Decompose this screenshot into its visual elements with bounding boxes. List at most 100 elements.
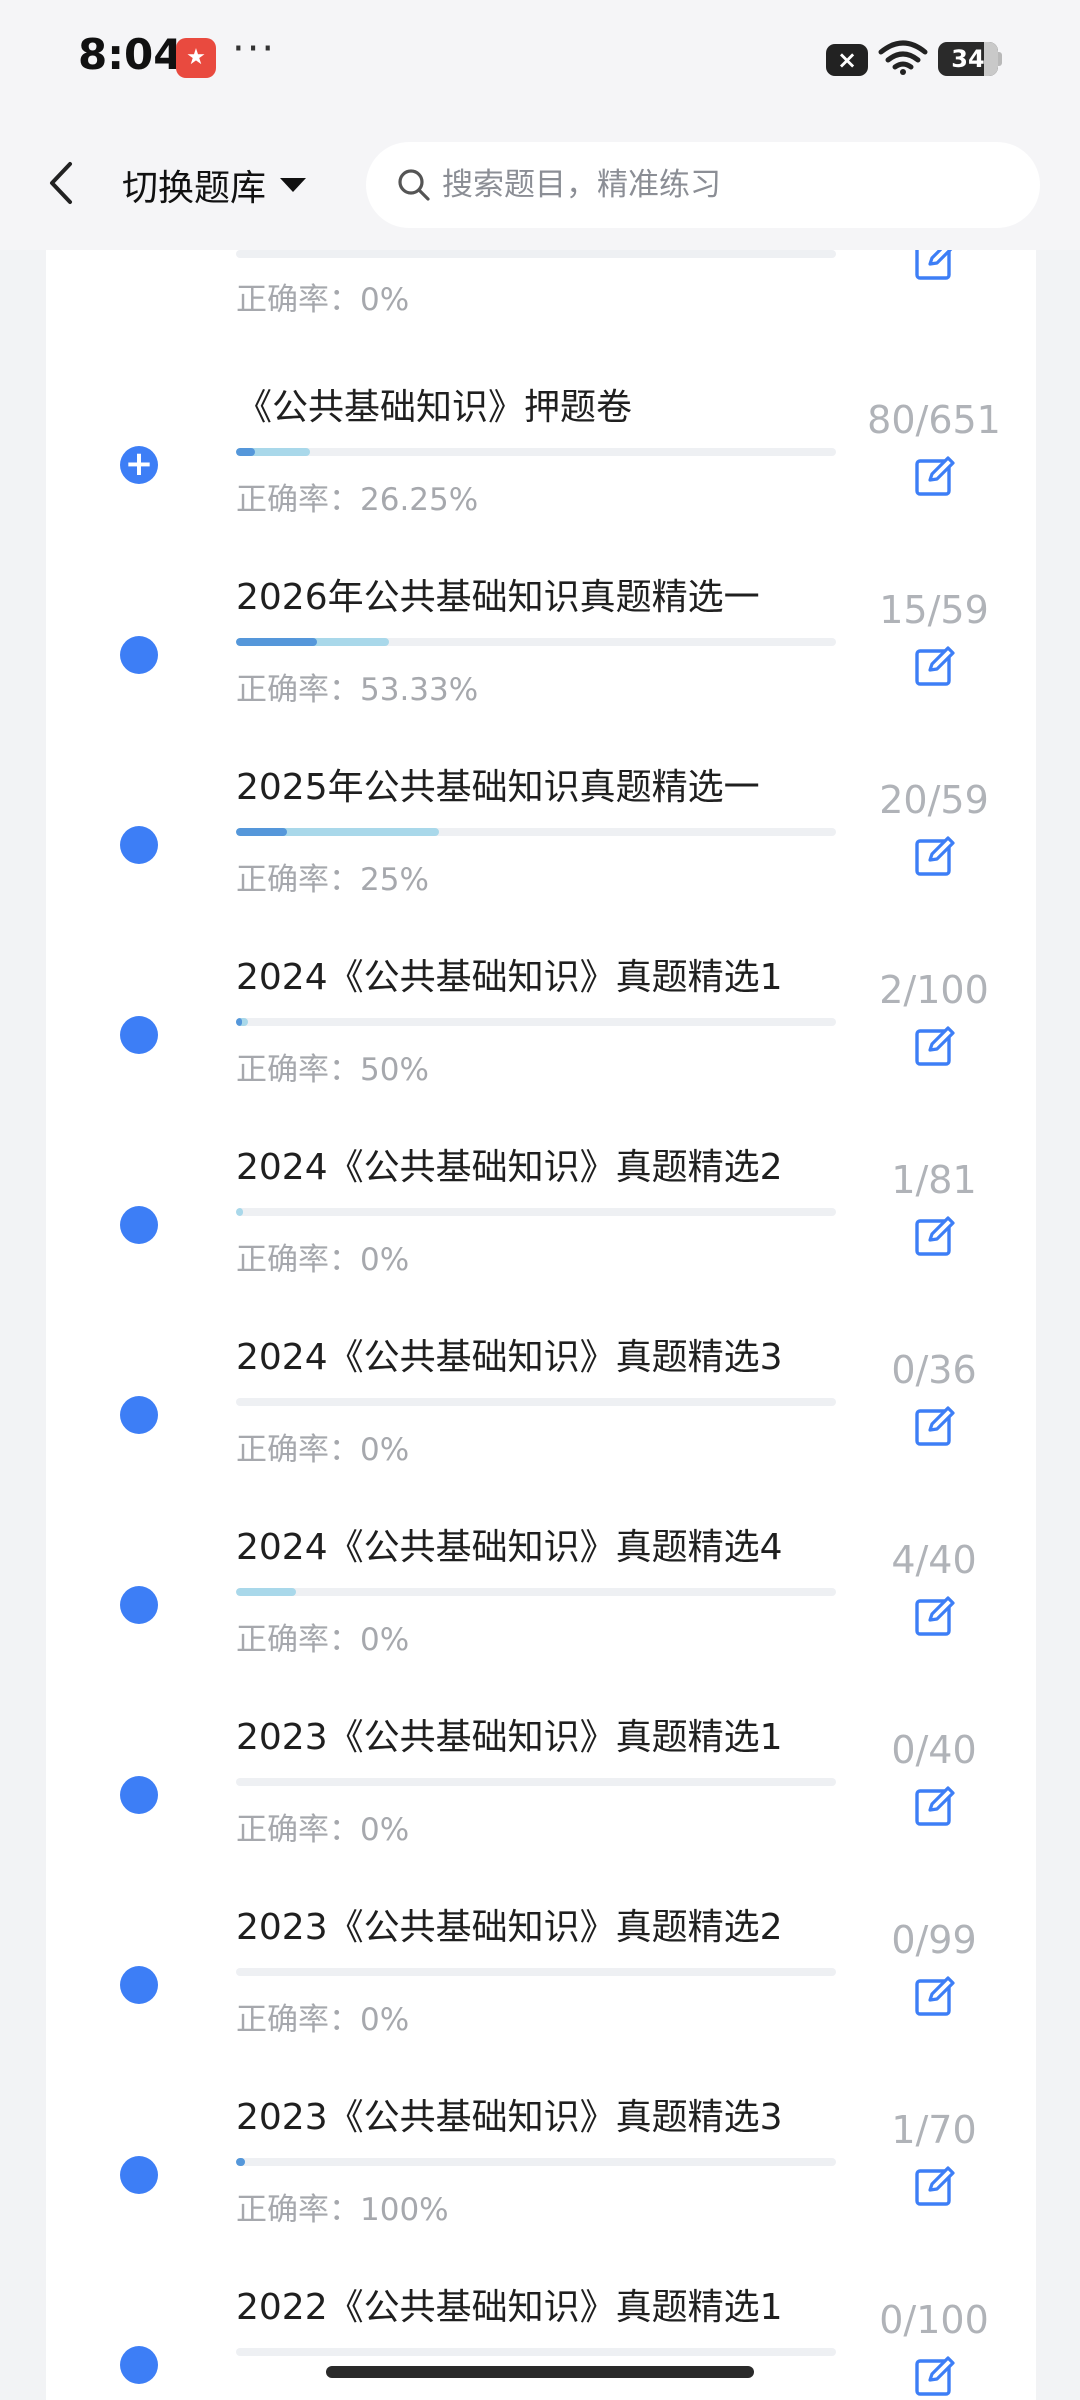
app-notification-icon: ★	[176, 38, 216, 78]
status-bar: 8:04 ★ ··· × 34	[0, 0, 1080, 118]
list-item[interactable]: 2024《公共基础知识》真题精选1 正确率：50% 2/100	[46, 938, 1036, 1128]
edit-icon[interactable]	[914, 2354, 958, 2398]
accuracy-text: 正确率：0%	[236, 1432, 410, 1468]
question-bank-list: 正确率：0% + 《公共基础知识》押题卷正确率：26.25% 80/651 2026年…	[46, 250, 1036, 2400]
search-icon	[398, 169, 430, 201]
list-item[interactable]: + 《公共基础知识》押题卷正确率：26.25% 80/651	[46, 368, 1036, 558]
status-dot-icon	[120, 1016, 158, 1054]
progress-count: 80/651	[867, 398, 1001, 442]
home-indicator	[326, 2366, 754, 2378]
progress-correct-bar	[236, 2158, 245, 2166]
accuracy-text: 正确率：0%	[236, 1242, 410, 1278]
battery-level: 34	[951, 45, 985, 73]
progress-correct-bar	[236, 1018, 242, 1026]
item-title: 2025年公共基础知识真题精选一	[236, 767, 760, 808]
status-time: 8:04	[78, 30, 183, 79]
progress-correct-bar	[236, 828, 287, 836]
list-item[interactable]: 2022《公共基础知识》真题精选1 0/100	[46, 2268, 1036, 2400]
progress-done-bar	[236, 1588, 296, 1596]
accuracy-text: 正确率：25%	[236, 862, 429, 898]
list-item[interactable]: 2026年公共基础知识真题精选一正确率：53.33% 15/59	[46, 558, 1036, 748]
switch-bank-dropdown[interactable]: 切换题库	[122, 160, 307, 210]
accuracy-text: 正确率：50%	[236, 1052, 429, 1088]
progress-count: 20/59	[879, 778, 989, 822]
list-item[interactable]: 2023《公共基础知识》真题精选2 正确率：0% 0/99	[46, 1888, 1036, 2078]
list-item-partial: 正确率：0%	[46, 250, 1036, 350]
progress-done-bar	[236, 1208, 243, 1216]
progress-track	[236, 1778, 836, 1786]
list-item[interactable]: 2024《公共基础知识》真题精选3 正确率：0% 0/36	[46, 1318, 1036, 1508]
status-dot-icon	[120, 2156, 158, 2194]
expand-plus-icon[interactable]: +	[120, 446, 158, 484]
accuracy-text: 正确率：26.25%	[236, 482, 479, 518]
item-title: 2026年公共基础知识真题精选一	[236, 577, 760, 618]
list-item[interactable]: 2023《公共基础知识》真题精选3 正确率：100% 1/70	[46, 2078, 1036, 2268]
battery-icon: 34	[938, 42, 998, 76]
item-title: 2023《公共基础知识》真题精选3	[236, 2097, 783, 2138]
status-dot-icon	[120, 636, 158, 674]
battery-tip	[998, 52, 1002, 66]
no-sim-icon: ×	[826, 44, 868, 76]
status-dot-icon	[120, 1206, 158, 1244]
edit-icon[interactable]	[914, 1784, 958, 1828]
item-title: 《公共基础知识》押题卷	[236, 387, 633, 428]
search-bar[interactable]	[366, 142, 1040, 228]
edit-icon[interactable]	[914, 834, 958, 878]
progress-count: 0/100	[879, 2298, 989, 2342]
progress-track	[236, 2348, 836, 2356]
back-arrow-icon[interactable]	[40, 158, 84, 208]
item-title: 2024《公共基础知识》真题精选3	[236, 1337, 783, 1378]
list-item[interactable]: 2023《公共基础知识》真题精选1 正确率：0% 0/40	[46, 1698, 1036, 1888]
progress-correct-bar	[236, 638, 317, 646]
accuracy-text: 正确率：0%	[236, 282, 410, 318]
progress-count: 4/40	[891, 1538, 977, 1582]
edit-icon[interactable]	[914, 1214, 958, 1258]
edit-icon[interactable]	[914, 1974, 958, 2018]
progress-track	[236, 1018, 836, 1026]
status-dot-icon	[120, 2346, 158, 2384]
list-item[interactable]: 2024《公共基础知识》真题精选4 正确率：0% 4/40	[46, 1508, 1036, 1698]
item-title: 2022《公共基础知识》真题精选1	[236, 2287, 783, 2328]
edit-icon[interactable]	[914, 1404, 958, 1448]
list-item[interactable]: 2025年公共基础知识真题精选一正确率：25% 20/59	[46, 748, 1036, 938]
item-title: 2023《公共基础知识》真题精选1	[236, 1717, 783, 1758]
edit-icon[interactable]	[914, 2164, 958, 2208]
progress-count: 0/99	[891, 1918, 977, 1962]
progress-track	[236, 448, 836, 456]
edit-icon[interactable]	[914, 1594, 958, 1638]
progress-count: 2/100	[879, 968, 989, 1012]
status-dot-icon	[120, 1396, 158, 1434]
progress-track	[236, 828, 836, 836]
accuracy-text: 正确率：0%	[236, 2002, 410, 2038]
progress-track	[236, 1968, 836, 1976]
item-title: 2024《公共基础知识》真题精选4	[236, 1527, 783, 1568]
accuracy-text: 正确率：100%	[236, 2192, 449, 2228]
item-title: 2024《公共基础知识》真题精选1	[236, 957, 783, 998]
caret-down-icon	[280, 178, 307, 192]
progress-count: 1/81	[891, 1158, 977, 1202]
top-nav-bar: 切换题库	[0, 118, 1080, 250]
progress-count: 1/70	[891, 2108, 977, 2152]
list-item[interactable]: 2024《公共基础知识》真题精选2 正确率：0% 1/81	[46, 1128, 1036, 1318]
edit-icon[interactable]	[914, 1024, 958, 1068]
edit-icon[interactable]	[914, 250, 958, 282]
progress-correct-bar	[236, 448, 255, 456]
edit-icon[interactable]	[914, 454, 958, 498]
search-input[interactable]	[440, 166, 1004, 204]
switch-bank-label: 切换题库	[122, 168, 267, 209]
progress-track	[236, 1398, 836, 1406]
progress-track	[236, 1208, 836, 1216]
edit-icon[interactable]	[914, 644, 958, 688]
accuracy-text: 正确率：53.33%	[236, 672, 479, 708]
item-title: 2023《公共基础知识》真题精选2	[236, 1907, 783, 1948]
progress-count: 15/59	[879, 588, 989, 632]
status-dot-icon	[120, 1966, 158, 2004]
progress-track	[236, 250, 836, 258]
status-dot-icon	[120, 1586, 158, 1624]
question-bank-screen: 8:04 ★ ··· × 34 切换题库 搜索题目，精准练习 正确率：0% + …	[0, 0, 1080, 2400]
progress-track	[236, 638, 836, 646]
progress-track	[236, 1588, 836, 1596]
progress-count: 0/36	[891, 1348, 977, 1392]
status-dot-icon	[120, 826, 158, 864]
wifi-icon	[878, 40, 928, 75]
